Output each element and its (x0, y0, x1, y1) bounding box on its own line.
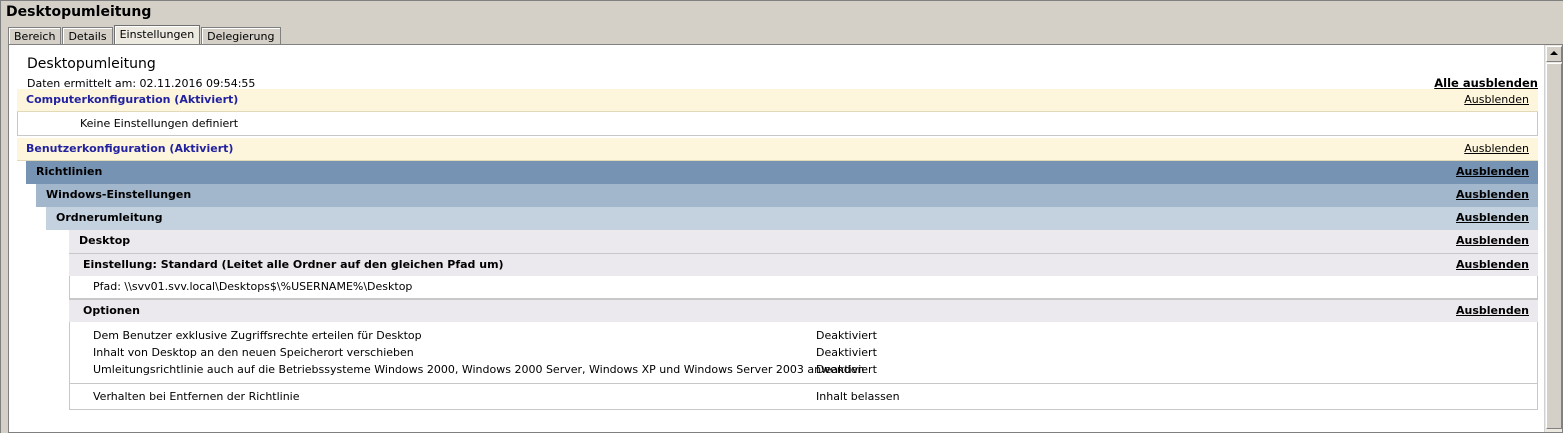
vertical-scrollbar[interactable] (1544, 45, 1562, 432)
policies-hide-link[interactable]: Ausblenden (1456, 161, 1529, 183)
path-body: Pfad: \\svv01.svv.local\Desktops$\%USERN… (69, 276, 1538, 299)
computer-config-hide-link[interactable]: Ausblenden (1464, 89, 1529, 111)
computer-config-body: Keine Einstellungen definiert (17, 112, 1538, 136)
policies-header[interactable]: Richtlinien Ausblenden (26, 161, 1538, 184)
desktop-label: Desktop (79, 234, 131, 247)
option-value: Deaktiviert (816, 363, 877, 376)
option-value: Deaktiviert (816, 329, 877, 342)
option-value: Deaktiviert (816, 346, 877, 359)
report-panel: Desktopumleitung Daten ermittelt am: 02.… (8, 44, 1563, 433)
scroll-thumb[interactable] (1546, 63, 1562, 429)
setting-label: Einstellung: Standard (Leitet alle Ordne… (83, 258, 504, 271)
hide-all-link[interactable]: Alle ausblenden (1434, 76, 1538, 90)
folder-redirection-hide-link[interactable]: Ausblenden (1456, 207, 1529, 229)
report-title: Desktopumleitung (27, 56, 156, 72)
desktop-hide-link[interactable]: Ausblenden (1456, 230, 1529, 252)
window-title: Desktopumleitung (6, 4, 152, 20)
options-hide-link[interactable]: Ausblenden (1456, 300, 1529, 322)
removal-body: Verhalten bei Entfernen der Richtlinie I… (69, 384, 1538, 410)
user-config-hide-link[interactable]: Ausblenden (1464, 138, 1529, 160)
user-config-header[interactable]: Benutzerkonfiguration (Aktiviert) Ausble… (17, 138, 1538, 161)
windows-settings-hide-link[interactable]: Ausblenden (1456, 184, 1529, 206)
computer-config-header[interactable]: Computerkonfiguration (Aktiviert) Ausble… (17, 89, 1538, 112)
option-name: Dem Benutzer exklusive Zugriffsrechte er… (93, 329, 422, 342)
tab-delegation[interactable]: Delegierung (201, 27, 281, 45)
options-body: Dem Benutzer exklusive Zugriffsrechte er… (69, 322, 1538, 384)
path-text: Pfad: \\svv01.svv.local\Desktops$\%USERN… (93, 280, 413, 293)
user-config-label: Benutzerkonfiguration (Aktiviert) (26, 142, 234, 155)
tab-scope[interactable]: Bereich (8, 27, 62, 45)
folder-redirection-header[interactable]: Ordnerumleitung Ausblenden (46, 207, 1538, 230)
tab-settings[interactable]: Einstellungen (113, 25, 201, 46)
desktop-header[interactable]: Desktop Ausblenden (69, 230, 1538, 253)
setting-hide-link[interactable]: Ausblenden (1456, 254, 1529, 276)
scroll-up-arrow-icon[interactable] (1546, 46, 1562, 62)
computer-config-label: Computerkonfiguration (Aktiviert) (26, 93, 239, 106)
no-settings-text: Keine Einstellungen definiert (80, 117, 239, 130)
setting-header[interactable]: Einstellung: Standard (Leitet alle Ordne… (69, 253, 1538, 276)
policies-label: Richtlinien (36, 165, 103, 178)
removal-value: Inhalt belassen (816, 390, 900, 403)
option-name: Umleitungsrichtlinie auch auf die Betrie… (93, 363, 865, 376)
folder-redirection-label: Ordnerumleitung (56, 211, 163, 224)
tab-strip: Bereich Details Einstellungen Delegierun… (8, 25, 282, 46)
windows-settings-label: Windows-Einstellungen (46, 188, 192, 201)
removal-name: Verhalten bei Entfernen der Richtlinie (93, 390, 300, 403)
options-header[interactable]: Optionen Ausblenden (69, 299, 1538, 322)
option-name: Inhalt von Desktop an den neuen Speicher… (93, 346, 414, 359)
tab-details[interactable]: Details (62, 27, 113, 45)
options-label: Optionen (83, 304, 140, 317)
windows-settings-header[interactable]: Windows-Einstellungen Ausblenden (36, 184, 1538, 207)
